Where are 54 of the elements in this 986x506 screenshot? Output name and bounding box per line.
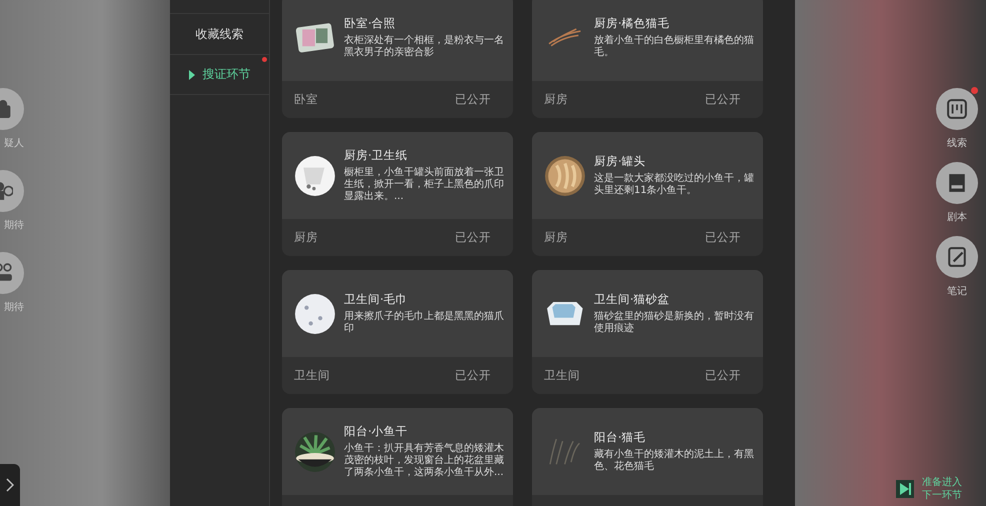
potted-plant-icon: [294, 430, 336, 472]
button-label: 期待: [4, 300, 24, 314]
sidebar-tab[interactable]: 收藏线索: [170, 13, 269, 54]
clue-location: 厨房: [294, 230, 318, 245]
clue-title: 卫生间·毛巾: [344, 292, 409, 307]
clue-title: 厨房·橘色猫毛: [594, 16, 671, 31]
expand-chevron-button[interactable]: [0, 464, 20, 506]
clue-location: 卫生间: [294, 368, 330, 383]
clue-description: 用来擦爪子的毛巾上都是黑黑的猫爪印: [344, 311, 505, 335]
clue-location: 卧室: [294, 92, 318, 107]
button-label: 期待: [4, 218, 24, 232]
fur-strands-icon: [549, 438, 581, 466]
clue-description: 猫砂盆里的猫砂是新换的，暂时没有使用痕迹: [594, 311, 755, 335]
litter-box-icon: [546, 300, 584, 326]
clue-status: 已公开: [455, 368, 491, 383]
tissue-icon: [294, 154, 336, 196]
button-label: 笔记: [947, 285, 967, 298]
notes-icon: [947, 247, 967, 267]
script-icon: [947, 173, 967, 193]
button-label: 剧本: [947, 210, 967, 224]
towel-icon: [294, 292, 336, 334]
clue-title: 厨房·罐头: [594, 154, 647, 169]
clue-title: 卧室·合照: [344, 16, 397, 31]
script-button[interactable]: [936, 162, 978, 204]
clue-location: 厨房: [544, 92, 568, 107]
clue-description: 橱柜里，小鱼干罐头前面放着一张卫生纸，掀开一看，柜子上黑色的爪印显露出来。...: [344, 167, 505, 203]
notes-button[interactable]: [936, 236, 978, 278]
play-next-icon[interactable]: [896, 480, 914, 498]
chevron-right-icon: [6, 478, 14, 492]
clue-title: 阳台·小鱼干: [344, 424, 409, 439]
sidebar-tab[interactable]: 搜证环节: [170, 54, 269, 95]
clue-description: 这是一款大家都没吃过的小鱼干，罐头里还剩11条小鱼干。: [594, 173, 755, 197]
clue-title: 卫生间·猫砂盆: [594, 292, 671, 307]
clue-description: 衣柜深处有一个相框，是粉衣与一名黑衣男子的亲密合影: [344, 35, 505, 59]
clue-location: 卫生间: [544, 368, 580, 383]
clue-status: 已公开: [705, 92, 741, 107]
clue-status: 已公开: [455, 92, 491, 107]
clue-description: 小鱼干：扒开具有芳香气息的矮灌木茂密的枝叶，发现窗台上的花盆里藏了两条小鱼干，这两条小鱼干从外...: [344, 443, 505, 479]
clue-status: 已公开: [705, 230, 741, 245]
button-label: 疑人: [4, 136, 24, 150]
clue-title: 阳台·猫毛: [594, 430, 647, 445]
clue-description: 藏有小鱼干的矮灌木的泥土上，有黑色、花色猫毛: [594, 449, 755, 473]
clue-status: 已公开: [455, 230, 491, 245]
clue-location: 厨房: [544, 230, 568, 245]
clues-icon: [947, 99, 967, 119]
clue-description: 放着小鱼干的白色橱柜里有橘色的猫毛。: [594, 35, 755, 59]
clue-status: 已公开: [705, 368, 741, 383]
fish-can-icon: [544, 154, 586, 196]
selected-triangle-icon: [188, 70, 194, 80]
clues-button[interactable]: [936, 88, 978, 130]
next-step-label[interactable]: 准备进入下一环节: [922, 476, 964, 502]
fur-strands-icon: [548, 28, 582, 47]
button-label: 线索: [947, 136, 967, 150]
clue-title: 厨房·卫生纸: [344, 148, 409, 163]
